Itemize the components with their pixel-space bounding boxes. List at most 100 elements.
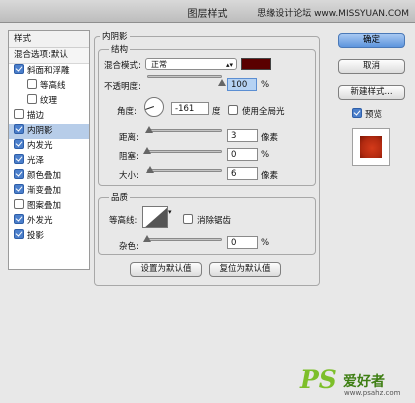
opacity-unit: %	[261, 80, 270, 90]
style-item-label: 外发光	[27, 216, 53, 226]
style-item-checkbox[interactable]	[27, 79, 37, 89]
style-item-label: 投影	[27, 231, 45, 241]
size-unit: 像素	[261, 171, 279, 181]
size-slider-thumb[interactable]	[146, 166, 154, 173]
contour-picker[interactable]	[142, 206, 168, 228]
style-item-label: 纹理	[40, 96, 58, 106]
structure-title: 结构	[109, 43, 131, 55]
blend-options-item[interactable]: 混合选项:默认	[9, 48, 89, 64]
choke-label: 阻塞:	[119, 152, 139, 162]
style-item[interactable]: 描边	[9, 109, 89, 124]
style-item-label: 等高线	[40, 81, 66, 91]
cancel-button[interactable]: 取消	[338, 59, 405, 74]
style-item-checkbox[interactable]	[14, 199, 24, 209]
style-item-checkbox[interactable]	[14, 184, 24, 194]
style-item[interactable]: 纹理	[9, 94, 89, 109]
opacity-slider-thumb[interactable]	[218, 79, 226, 86]
distance-label: 距离:	[119, 133, 139, 143]
style-item-label: 描边	[27, 111, 45, 121]
quality-title: 品质	[109, 191, 131, 203]
style-item[interactable]: 图案叠加	[9, 199, 89, 214]
antialias-checkbox[interactable]	[183, 214, 193, 224]
style-item-checkbox[interactable]	[14, 154, 24, 164]
choke-slider-track[interactable]	[147, 150, 222, 153]
style-preview-thumbnail	[352, 128, 390, 166]
angle-unit: 度	[212, 107, 221, 117]
logo-ps-text: PS	[300, 365, 337, 394]
size-slider-track[interactable]	[147, 169, 222, 172]
style-item[interactable]: 投影	[9, 229, 89, 244]
style-item-checkbox[interactable]	[14, 229, 24, 239]
contour-curve-icon	[145, 207, 167, 227]
noise-label: 杂色:	[119, 242, 139, 252]
make-default-button[interactable]: 设置为默认值	[130, 262, 202, 277]
angle-label: 角度:	[117, 107, 137, 117]
size-input[interactable]: 6	[227, 167, 258, 180]
blend-mode-value: 正常	[151, 60, 167, 69]
preview-label: 预览	[365, 110, 383, 120]
style-item-label: 光泽	[27, 156, 45, 166]
size-label: 大小:	[119, 171, 139, 181]
opacity-label: 不透明度:	[104, 82, 141, 92]
style-item-label: 斜面和浮雕	[27, 66, 70, 76]
new-style-button[interactable]: 新建样式...	[338, 85, 405, 100]
reset-default-button[interactable]: 复位为默认值	[209, 262, 281, 277]
global-light-label: 使用全局光	[242, 107, 285, 117]
opacity-input[interactable]: 100	[227, 78, 257, 91]
style-item[interactable]: 内阴影	[9, 124, 89, 139]
style-item[interactable]: 内发光	[9, 139, 89, 154]
choke-input[interactable]: 0	[227, 148, 258, 161]
dropdown-arrow-icon: ▴▾	[225, 61, 233, 69]
style-item-checkbox[interactable]	[14, 139, 24, 149]
style-item[interactable]: 斜面和浮雕	[9, 64, 89, 79]
blend-mode-select[interactable]: 正常 ▴▾	[145, 58, 237, 70]
noise-slider-track[interactable]	[147, 238, 222, 241]
angle-dial[interactable]	[144, 97, 164, 117]
style-item-label: 图案叠加	[27, 201, 62, 211]
inner-shadow-title: 内阴影	[100, 30, 130, 42]
noise-input[interactable]: 0	[227, 236, 258, 249]
style-item-label: 内发光	[27, 141, 53, 151]
style-item[interactable]: 渐变叠加	[9, 184, 89, 199]
style-item[interactable]: 颜色叠加	[9, 169, 89, 184]
watermark-text: 思缘设计论坛 www.MISSYUAN.COM	[257, 9, 409, 19]
antialias-label: 消除锯齿	[197, 216, 232, 226]
global-light-checkbox[interactable]	[228, 105, 238, 115]
title-bar: 图层样式 思缘设计论坛 www.MISSYUAN.COM	[0, 0, 415, 23]
styles-list: 样式 混合选项:默认 斜面和浮雕等高线纹理描边内阴影内发光光泽颜色叠加渐变叠加图…	[8, 30, 90, 270]
style-item-label: 渐变叠加	[27, 186, 62, 196]
ok-button[interactable]: 确定	[338, 33, 405, 48]
distance-unit: 像素	[261, 133, 279, 143]
preview-checkbox[interactable]	[352, 108, 362, 118]
style-item-label: 颜色叠加	[27, 171, 62, 181]
style-item-checkbox[interactable]	[14, 109, 24, 119]
logo-url-text: www.psahz.com	[344, 389, 401, 397]
choke-slider-thumb[interactable]	[143, 147, 151, 154]
contour-label: 等高线:	[109, 216, 138, 226]
styles-header[interactable]: 样式	[9, 31, 89, 48]
style-item-checkbox[interactable]	[14, 214, 24, 224]
shadow-color-swatch[interactable]	[241, 58, 271, 70]
choke-unit: %	[261, 150, 270, 160]
style-item-checkbox[interactable]	[14, 169, 24, 179]
style-item[interactable]: 外发光	[9, 214, 89, 229]
style-item-label: 内阴影	[27, 126, 53, 136]
blend-mode-label: 混合模式:	[104, 61, 141, 71]
site-logo: PS 爱好者 www.psahz.com	[300, 365, 410, 399]
logo-cn-text: 爱好者	[343, 374, 385, 390]
style-item[interactable]: 等高线	[9, 79, 89, 94]
style-item-checkbox[interactable]	[14, 124, 24, 134]
distance-slider-track[interactable]	[147, 129, 222, 132]
style-item[interactable]: 光泽	[9, 154, 89, 169]
style-item-checkbox[interactable]	[27, 94, 37, 104]
preview-swatch	[360, 136, 382, 158]
angle-input[interactable]: -161	[171, 102, 209, 115]
distance-input[interactable]: 3	[227, 129, 258, 142]
noise-slider-thumb[interactable]	[143, 235, 151, 242]
opacity-slider-track[interactable]	[147, 75, 222, 78]
distance-slider-thumb[interactable]	[145, 126, 153, 133]
style-item-checkbox[interactable]	[14, 64, 24, 74]
contour-dropdown-icon[interactable]: ▾	[168, 208, 172, 216]
angle-dial-hand	[145, 106, 154, 110]
noise-unit: %	[261, 238, 270, 248]
